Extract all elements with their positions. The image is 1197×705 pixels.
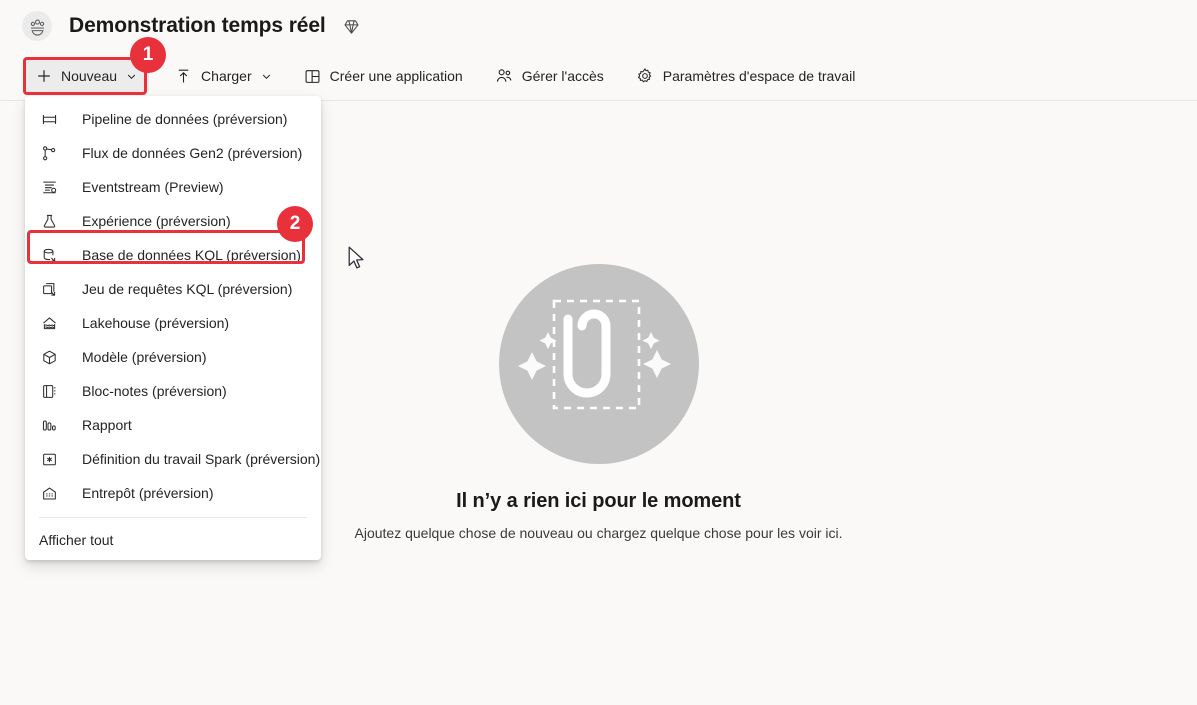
chevron-down-icon <box>126 71 137 82</box>
empty-state-title: Il n’y a rien ici pour le moment <box>456 490 741 512</box>
menu-item-label: Lakehouse (préversion) <box>82 315 230 331</box>
workspace-settings-button[interactable]: Paramètres d'espace de travail <box>626 61 866 91</box>
menu-item-label: Base de données KQL (préversion) <box>82 247 301 263</box>
new-button-label: Nouveau <box>61 68 118 84</box>
upload-button[interactable]: Charger <box>165 61 282 91</box>
paperclip-dashed-frame-illustration <box>498 264 699 464</box>
notebook-icon <box>39 381 59 401</box>
spark-job-icon <box>39 449 59 469</box>
eventstream-icon <box>39 177 59 197</box>
menu-item-label: Entrepôt (préversion) <box>82 485 214 501</box>
menu-item-dataflow-gen2[interactable]: Flux de données Gen2 (préversion) <box>25 136 321 170</box>
manage-access-button-label: Gérer l'accès <box>521 68 604 84</box>
people-icon <box>495 67 513 85</box>
dataflow-icon <box>39 143 59 163</box>
menu-item-label: Expérience (préversion) <box>82 213 231 229</box>
menu-item-label: Définition du travail Spark (préversion) <box>82 451 321 467</box>
upload-arrow-icon <box>175 68 192 85</box>
lakehouse-icon <box>39 313 59 333</box>
workspace-toolbar: Nouveau Charger Créer une application Gé… <box>0 52 1197 100</box>
manage-access-button[interactable]: Gérer l'accès <box>485 61 614 91</box>
menu-item-kql-queryset[interactable]: Jeu de requêtes KQL (préversion) <box>25 272 321 306</box>
menu-item-label: Pipeline de données (préversion) <box>82 111 288 127</box>
menu-item-label: Eventstream (Preview) <box>82 179 224 195</box>
flask-experiment-icon <box>39 211 59 231</box>
dataset-cube-icon <box>39 347 59 367</box>
menu-item-label: Afficher tout <box>39 532 114 548</box>
diamond-icon <box>342 17 361 36</box>
menu-item-report[interactable]: Rapport <box>25 408 321 442</box>
new-item-menu: Pipeline de données (préversion) Flux de… <box>25 96 321 560</box>
menu-item-notebook[interactable]: Bloc-notes (préversion) <box>25 374 321 408</box>
menu-item-data-pipeline[interactable]: Pipeline de données (préversion) <box>25 102 321 136</box>
workspace-settings-button-label: Paramètres d'espace de travail <box>662 68 856 84</box>
create-app-button[interactable]: Créer une application <box>294 61 473 91</box>
menu-item-eventstream[interactable]: Eventstream (Preview) <box>25 170 321 204</box>
warehouse-icon <box>39 483 59 503</box>
kql-database-icon <box>39 245 59 265</box>
app-grid-icon <box>304 68 321 85</box>
menu-item-dataset-model[interactable]: Modèle (préversion) <box>25 340 321 374</box>
menu-item-lakehouse[interactable]: Lakehouse (préversion) <box>25 306 321 340</box>
menu-item-label: Modèle (préversion) <box>82 349 207 365</box>
menu-item-kql-database[interactable]: Base de données KQL (préversion) <box>25 238 321 272</box>
menu-divider <box>39 517 307 518</box>
data-pipeline-icon <box>39 109 59 129</box>
menu-item-show-all[interactable]: Afficher tout <box>25 524 321 556</box>
chevron-down-icon <box>261 71 272 82</box>
upload-button-label: Charger <box>201 68 252 84</box>
empty-state-subtitle: Ajoutez quelque chose de nouveau ou char… <box>354 525 843 541</box>
menu-item-warehouse[interactable]: Entrepôt (préversion) <box>25 476 321 510</box>
workspace-header: Demonstration temps réel <box>0 0 1197 52</box>
plus-icon <box>36 68 52 84</box>
people-group-icon <box>22 11 52 41</box>
gear-icon <box>636 67 654 85</box>
report-bars-icon <box>39 415 59 435</box>
page-title: Demonstration temps réel <box>69 14 326 37</box>
new-button[interactable]: Nouveau <box>26 60 150 92</box>
menu-item-spark-job-definition[interactable]: Définition du travail Spark (préversion) <box>25 442 321 476</box>
menu-item-label: Flux de données Gen2 (préversion) <box>82 145 303 161</box>
menu-item-label: Jeu de requêtes KQL (préversion) <box>82 281 293 297</box>
kql-queryset-icon <box>39 279 59 299</box>
menu-item-label: Rapport <box>82 417 132 433</box>
create-app-button-label: Créer une application <box>329 68 463 84</box>
menu-item-experiment[interactable]: Expérience (préversion) <box>25 204 321 238</box>
menu-item-label: Bloc-notes (préversion) <box>82 383 227 399</box>
